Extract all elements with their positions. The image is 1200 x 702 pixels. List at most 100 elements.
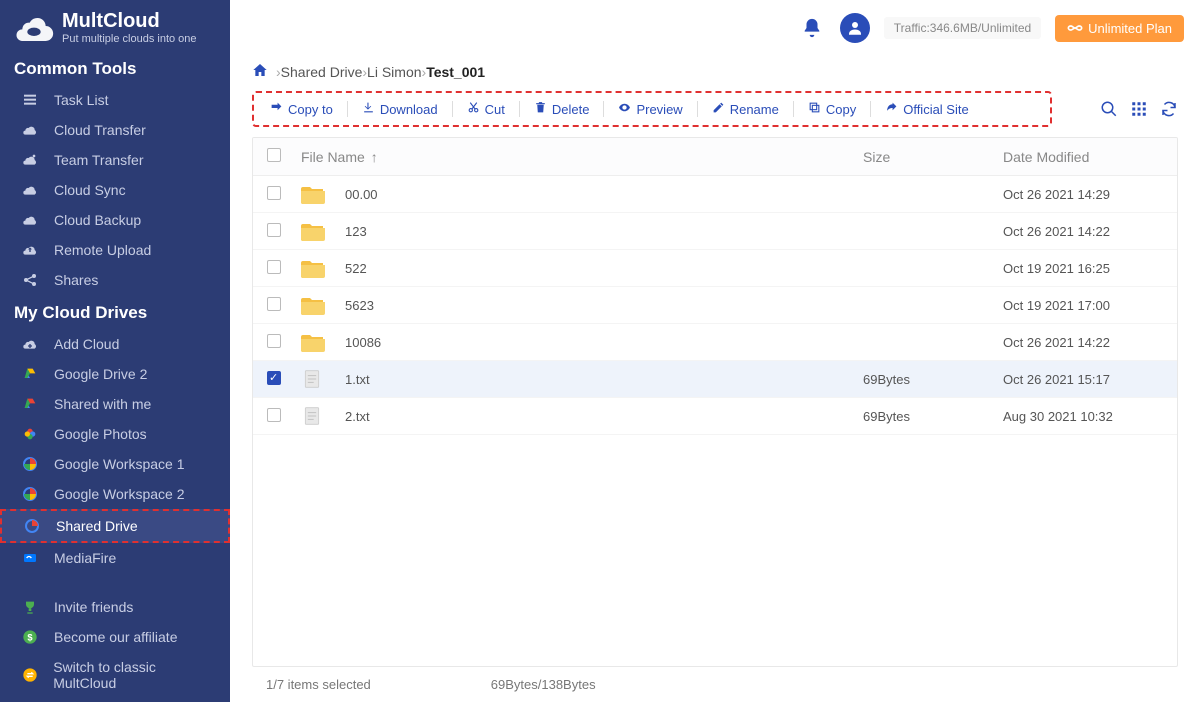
tool-label: Download — [380, 102, 438, 117]
drive-google-workspace-2[interactable]: Google Workspace 2 — [0, 479, 230, 509]
user-avatar-icon[interactable] — [840, 13, 870, 43]
official-site-button[interactable]: Official Site — [875, 97, 979, 121]
drive-google-workspace-1[interactable]: Google Workspace 1 — [0, 449, 230, 479]
cut-button[interactable]: Cut — [457, 97, 515, 121]
nav-shares[interactable]: Shares — [0, 265, 230, 295]
tool-label: Official Site — [903, 102, 969, 117]
file-row[interactable]: 10086 Oct 26 2021 14:22 — [253, 324, 1177, 361]
file-name: 10086 — [345, 335, 381, 350]
file-date: Oct 26 2021 14:22 — [1003, 335, 1163, 350]
rename-button[interactable]: Rename — [702, 97, 789, 121]
row-checkbox[interactable] — [267, 371, 281, 385]
nav-cloud-backup[interactable]: Cloud Backup — [0, 205, 230, 235]
rename-icon — [712, 101, 725, 117]
bottom-invite-friends[interactable]: Invite friends — [0, 592, 230, 622]
toolbar-separator — [870, 101, 871, 117]
bell-icon[interactable] — [798, 14, 826, 42]
tool-label: Cut — [485, 102, 505, 117]
file-row[interactable]: 1.txt 69Bytes Oct 26 2021 15:17 — [253, 361, 1177, 398]
sidebar: MultCloud Put multiple clouds into one C… — [0, 0, 230, 702]
nav-label: Switch to classic MultCloud — [53, 659, 216, 691]
nav-cloud-transfer[interactable]: Cloud Transfer — [0, 115, 230, 145]
drive-shared-drive[interactable]: Shared Drive — [0, 509, 230, 543]
row-checkbox[interactable] — [267, 408, 281, 422]
nav-label: Cloud Backup — [54, 212, 141, 228]
refresh-icon[interactable] — [1160, 100, 1178, 118]
file-row[interactable]: 522 Oct 19 2021 16:25 — [253, 250, 1177, 287]
folder-icon — [301, 258, 325, 278]
bottom-become-our-affiliate[interactable]: $Become our affiliate — [0, 622, 230, 652]
nav-remote-upload[interactable]: Remote Upload — [0, 235, 230, 265]
tool-label: Delete — [552, 102, 590, 117]
cut-icon — [467, 101, 480, 117]
grid-view-icon[interactable] — [1130, 100, 1148, 118]
file-row[interactable]: 5623 Oct 19 2021 17:00 — [253, 287, 1177, 324]
tool-label: Preview — [636, 102, 682, 117]
infinity-icon — [1067, 21, 1083, 36]
status-bar: 1/7 items selected 69Bytes/138Bytes — [230, 667, 1200, 702]
upload-icon — [20, 242, 40, 258]
download-button[interactable]: Download — [352, 97, 448, 121]
column-header-name[interactable]: File Name ↑ — [301, 149, 863, 165]
bottom-switch-to-classic-multcloud[interactable]: Switch to classic MultCloud — [0, 652, 230, 698]
folder-icon — [301, 332, 325, 352]
breadcrumb-item[interactable]: Li Simon — [367, 64, 421, 80]
cloud-logo-icon — [14, 11, 54, 45]
nav-cloud-sync[interactable]: Cloud Sync — [0, 175, 230, 205]
unlimited-plan-button[interactable]: Unlimited Plan — [1055, 15, 1184, 42]
row-checkbox[interactable] — [267, 334, 281, 348]
home-icon[interactable] — [252, 62, 268, 81]
column-header-date[interactable]: Date Modified — [1003, 149, 1163, 165]
file-icon — [301, 406, 325, 426]
toolbar-separator — [697, 101, 698, 117]
file-date: Oct 26 2021 14:22 — [1003, 224, 1163, 239]
select-all-checkbox[interactable] — [267, 148, 281, 162]
file-row[interactable]: 2.txt 69Bytes Aug 30 2021 10:32 — [253, 398, 1177, 435]
file-name: 5623 — [345, 298, 374, 313]
nav-label: MediaFire — [54, 550, 116, 566]
row-checkbox[interactable] — [267, 297, 281, 311]
copy-to-button[interactable]: Copy to — [260, 97, 343, 121]
preview-button[interactable]: Preview — [608, 97, 692, 121]
preview-icon — [618, 101, 631, 117]
column-header-size[interactable]: Size — [863, 149, 1003, 165]
file-row[interactable]: 00.00 Oct 26 2021 14:29 — [253, 176, 1177, 213]
drive-add-cloud[interactable]: Add Cloud — [0, 329, 230, 359]
drive-mediafire[interactable]: MediaFire — [0, 543, 230, 573]
file-size: 69Bytes — [863, 409, 1003, 424]
nav-label: Remote Upload — [54, 242, 151, 258]
view-tools — [1100, 100, 1178, 118]
common-tools-header: Common Tools — [0, 51, 230, 85]
share-icon — [20, 272, 40, 288]
row-checkbox[interactable] — [267, 186, 281, 200]
file-date: Aug 30 2021 10:32 — [1003, 409, 1163, 424]
brand-subtitle: Put multiple clouds into one — [62, 33, 197, 45]
drive-shared-with-me[interactable]: Shared with me — [0, 389, 230, 419]
row-checkbox[interactable] — [267, 260, 281, 274]
nav-label: Cloud Sync — [54, 182, 126, 198]
nav-task-list[interactable]: Task List — [0, 85, 230, 115]
file-date: Oct 19 2021 16:25 — [1003, 261, 1163, 276]
nav-label: Invite friends — [54, 599, 133, 615]
main-area: Traffic:346.6MB/Unlimited Unlimited Plan… — [230, 0, 1200, 702]
toolbar-separator — [452, 101, 453, 117]
nav-label: Shared with me — [54, 396, 151, 412]
brand-logo[interactable]: MultCloud Put multiple clouds into one — [0, 0, 230, 51]
copy-button[interactable]: Copy — [798, 97, 866, 121]
search-icon[interactable] — [1100, 100, 1118, 118]
drive-google-photos[interactable]: Google Photos — [0, 419, 230, 449]
delete-button[interactable]: Delete — [524, 97, 600, 121]
nav-label: Google Workspace 1 — [54, 456, 184, 472]
nav-label: Task List — [54, 92, 108, 108]
drive-google-drive-2[interactable]: Google Drive 2 — [0, 359, 230, 389]
toolbar-row: Copy to Download Cut Delete Preview Rename Cop… — [230, 87, 1200, 137]
breadcrumb-item[interactable]: Shared Drive — [281, 64, 363, 80]
file-name: 522 — [345, 261, 367, 276]
nav-team-transfer[interactable]: Team Transfer — [0, 145, 230, 175]
file-row[interactable]: 123 Oct 26 2021 14:22 — [253, 213, 1177, 250]
selection-status: 1/7 items selected — [266, 677, 371, 692]
file-name: 1.txt — [345, 372, 370, 387]
file-date: Oct 26 2021 14:29 — [1003, 187, 1163, 202]
breadcrumb-item: Test_001 — [426, 64, 485, 80]
row-checkbox[interactable] — [267, 223, 281, 237]
